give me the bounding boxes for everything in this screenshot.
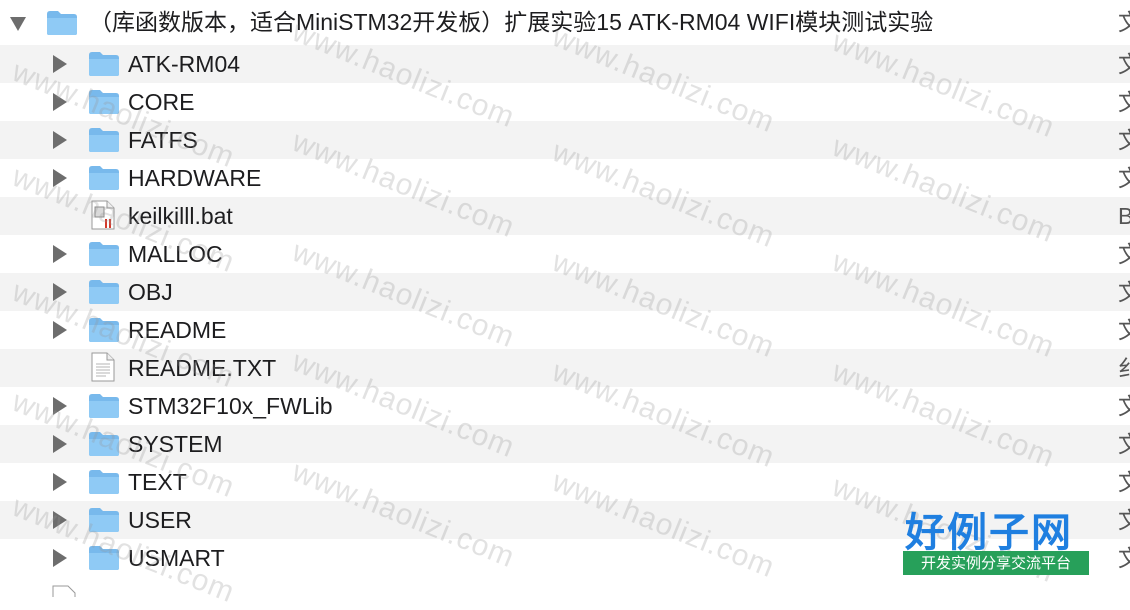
item-name: MALLOC	[128, 241, 223, 267]
list-item[interactable]: SYSTEM 文	[0, 425, 1130, 463]
list-item[interactable]: README 文	[0, 311, 1130, 349]
item-name: OBJ	[128, 279, 173, 305]
item-name: ATK-RM04	[128, 51, 241, 77]
list-item[interactable]: OBJ 文	[0, 273, 1130, 311]
partial-row[interactable]	[0, 577, 1130, 597]
item-kind: 文	[1118, 165, 1130, 191]
disclosure-collapsed-icon[interactable]	[53, 169, 67, 187]
item-name: TEXT	[128, 469, 187, 495]
item-name: keilkilll.bat	[128, 203, 233, 229]
list-item[interactable]: keilkilll.bat B	[0, 197, 1130, 235]
disclosure-expanded-icon[interactable]	[10, 16, 26, 31]
item-kind: 纟	[1118, 355, 1130, 381]
disclosure-collapsed-icon[interactable]	[53, 93, 67, 111]
disclosure-collapsed-icon[interactable]	[53, 473, 67, 491]
disclosure-collapsed-icon[interactable]	[53, 549, 67, 567]
folder-icon	[88, 51, 120, 77]
root-folder-row[interactable]: （库函数版本，适合MiniSTM32开发板）扩展实验15 ATK-RM04 WI…	[0, 0, 1130, 45]
item-kind: 文	[1118, 241, 1130, 267]
item-kind: 文	[1118, 393, 1130, 419]
disclosure-collapsed-icon[interactable]	[53, 511, 67, 529]
text-file-icon	[91, 352, 115, 382]
root-folder-kind: 文	[1118, 9, 1130, 35]
folder-icon	[88, 545, 120, 571]
disclosure-collapsed-icon[interactable]	[53, 55, 67, 73]
folder-icon	[46, 10, 78, 36]
disclosure-collapsed-icon[interactable]	[53, 397, 67, 415]
item-name: STM32F10x_FWLib	[128, 393, 333, 419]
bat-file-icon	[91, 200, 115, 230]
brand-subtitle: 开发实例分享交流平台	[903, 551, 1089, 575]
folder-icon	[88, 241, 120, 267]
brand-logo: 好例子网 开发实例分享交流平台	[903, 500, 1091, 578]
item-name: USER	[128, 507, 192, 533]
folder-icon	[88, 507, 120, 533]
folder-icon	[88, 393, 120, 419]
disclosure-collapsed-icon[interactable]	[53, 321, 67, 339]
item-kind: 文	[1118, 127, 1130, 153]
folder-icon	[88, 317, 120, 343]
list-item[interactable]: FATFS 文	[0, 121, 1130, 159]
list-item[interactable]: TEXT 文	[0, 463, 1130, 501]
item-kind: 文	[1118, 431, 1130, 457]
item-kind: 文	[1118, 545, 1130, 571]
folder-icon	[88, 279, 120, 305]
list-item[interactable]: HARDWARE 文	[0, 159, 1130, 197]
item-kind: 文	[1118, 279, 1130, 305]
list-item[interactable]: STM32F10x_FWLib 文	[0, 387, 1130, 425]
folder-icon	[88, 165, 120, 191]
item-kind: 文	[1118, 507, 1130, 533]
list-item[interactable]: CORE 文	[0, 83, 1130, 121]
list-item[interactable]: MALLOC 文	[0, 235, 1130, 273]
item-kind: 文	[1118, 51, 1130, 77]
folder-icon	[88, 127, 120, 153]
list-item[interactable]: ATK-RM04 文	[0, 45, 1130, 83]
disclosure-collapsed-icon[interactable]	[53, 283, 67, 301]
item-kind: 文	[1118, 89, 1130, 115]
item-name: USMART	[128, 545, 225, 571]
item-name: SYSTEM	[128, 431, 223, 457]
root-folder-name: （库函数版本，适合MiniSTM32开发板）扩展实验15 ATK-RM04 WI…	[89, 9, 934, 35]
item-name: FATFS	[128, 127, 198, 153]
folder-icon	[88, 89, 120, 115]
item-kind: 文	[1118, 317, 1130, 343]
folder-icon	[88, 469, 120, 495]
disclosure-collapsed-icon[interactable]	[53, 131, 67, 149]
brand-title: 好例子网	[905, 510, 1073, 556]
disclosure-collapsed-icon[interactable]	[53, 245, 67, 263]
disclosure-collapsed-icon[interactable]	[53, 435, 67, 453]
item-name: README	[128, 317, 227, 343]
item-kind: B	[1118, 203, 1130, 229]
item-name: CORE	[128, 89, 195, 115]
list-item[interactable]: README.TXT 纟	[0, 349, 1130, 387]
file-icon	[52, 585, 76, 597]
item-name: README.TXT	[128, 355, 277, 381]
item-kind: 文	[1118, 469, 1130, 495]
folder-icon	[88, 431, 120, 457]
item-name: HARDWARE	[128, 165, 262, 191]
